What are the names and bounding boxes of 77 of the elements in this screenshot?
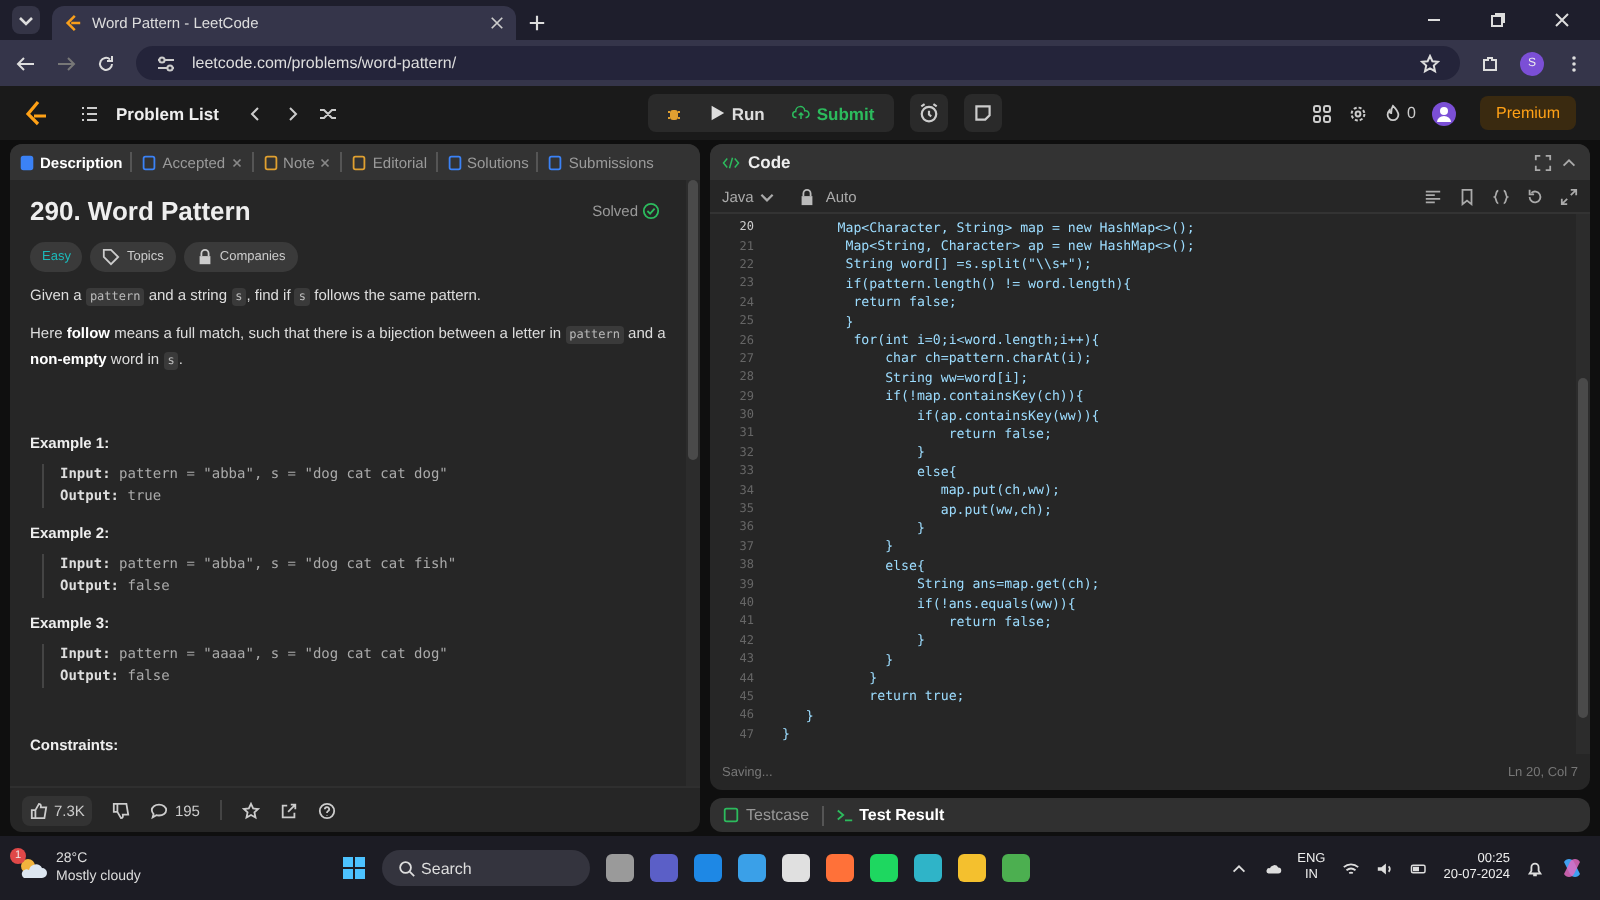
back-icon[interactable]	[16, 53, 36, 73]
play-icon	[707, 104, 726, 122]
checkbox-icon	[722, 806, 740, 824]
search-icon	[397, 859, 416, 877]
taskbar-app-icon[interactable]	[1001, 854, 1030, 882]
bookmark-icon[interactable]	[1458, 187, 1476, 205]
tab-icon	[140, 153, 159, 171]
problem-title: 290. Word Pattern	[30, 196, 251, 226]
tab-icon	[350, 153, 369, 171]
premium-button[interactable]: Premium	[1480, 96, 1577, 130]
taskbar-app-icon[interactable]	[737, 854, 766, 882]
help-icon[interactable]	[317, 801, 336, 819]
streak-counter[interactable]: 0	[1383, 104, 1416, 122]
lock-icon	[195, 248, 214, 266]
code-icon	[722, 153, 740, 171]
star-icon[interactable]	[241, 801, 260, 819]
cloud-upload-icon	[792, 104, 811, 122]
taskbar-search-field[interactable]: Search	[381, 850, 590, 886]
panel-title: Code	[748, 152, 791, 172]
run-button[interactable]: Run	[695, 96, 777, 130]
user-avatar-icon[interactable]	[1432, 101, 1456, 125]
extensions-icon[interactable]	[1480, 53, 1500, 73]
problem-list-link[interactable]: Problem List	[116, 103, 219, 123]
volume-icon[interactable]	[1375, 859, 1394, 877]
tab-icon	[261, 153, 280, 171]
expand-icon[interactable]	[1560, 187, 1578, 205]
taskbar-app-icon[interactable]	[781, 854, 810, 882]
reload-icon[interactable]	[96, 53, 116, 73]
tag-icon	[102, 248, 121, 266]
lock-icon	[797, 187, 816, 205]
cloud-icon[interactable]	[1263, 859, 1282, 877]
battery-icon[interactable]	[1409, 859, 1428, 877]
flame-icon	[1383, 104, 1402, 122]
comment-icon	[150, 801, 169, 819]
taskbar-app-icon[interactable]	[825, 854, 854, 882]
leetcode-logo-icon[interactable]	[24, 99, 48, 127]
fullscreen-icon[interactable]	[1534, 153, 1552, 171]
tab-icon	[445, 153, 463, 171]
wifi-icon[interactable]	[1341, 859, 1360, 877]
restore-icon[interactable]	[1488, 10, 1508, 30]
close-icon[interactable]	[490, 16, 504, 30]
scrollbar[interactable]	[686, 180, 700, 786]
notification-bell-icon[interactable]	[1526, 859, 1544, 877]
alarm-clock-icon[interactable]	[910, 94, 949, 132]
format-icon[interactable]	[1424, 187, 1442, 205]
grid-icon[interactable]	[1311, 103, 1332, 123]
new-tab-icon[interactable]	[528, 14, 546, 32]
note-icon[interactable]	[964, 94, 1003, 132]
chevron-down-icon	[18, 12, 34, 28]
shuffle-icon[interactable]	[318, 103, 339, 123]
check-circle-icon	[642, 202, 660, 220]
taskbar-app-icon[interactable]	[605, 854, 634, 882]
bookmark-star-icon[interactable]	[1420, 53, 1440, 73]
console-tab[interactable]: Test Result	[835, 806, 945, 824]
windows-start-icon[interactable]	[341, 856, 366, 880]
address-bar[interactable]: leetcode.com/problems/word-pattern/	[136, 46, 1460, 80]
taskbar-app-icon[interactable]	[913, 854, 942, 882]
tab-list-button[interactable]	[12, 6, 40, 34]
settings-icon[interactable]	[1347, 103, 1368, 123]
submit-button[interactable]: Submit	[780, 96, 887, 130]
copilot-icon[interactable]	[1560, 856, 1584, 880]
thumbs-up-icon	[30, 801, 48, 819]
share-icon[interactable]	[279, 801, 298, 819]
tab-icon	[18, 153, 36, 171]
leetcode-logo-icon	[64, 14, 82, 32]
taskbar-app-icon[interactable]	[869, 854, 898, 882]
taskbar-app-icon[interactable]	[957, 854, 986, 882]
scrollbar[interactable]	[1576, 214, 1590, 754]
forward-icon[interactable]	[56, 53, 76, 73]
reset-icon[interactable]	[1526, 187, 1544, 205]
site-settings-icon[interactable]	[156, 53, 176, 73]
console-tab[interactable]: Testcase	[722, 806, 810, 824]
terminal-icon	[835, 806, 854, 824]
list-icon	[80, 103, 100, 123]
thumbs-down-icon[interactable]	[112, 801, 131, 819]
tab-icon	[546, 153, 565, 171]
braces-icon[interactable]	[1492, 187, 1510, 205]
